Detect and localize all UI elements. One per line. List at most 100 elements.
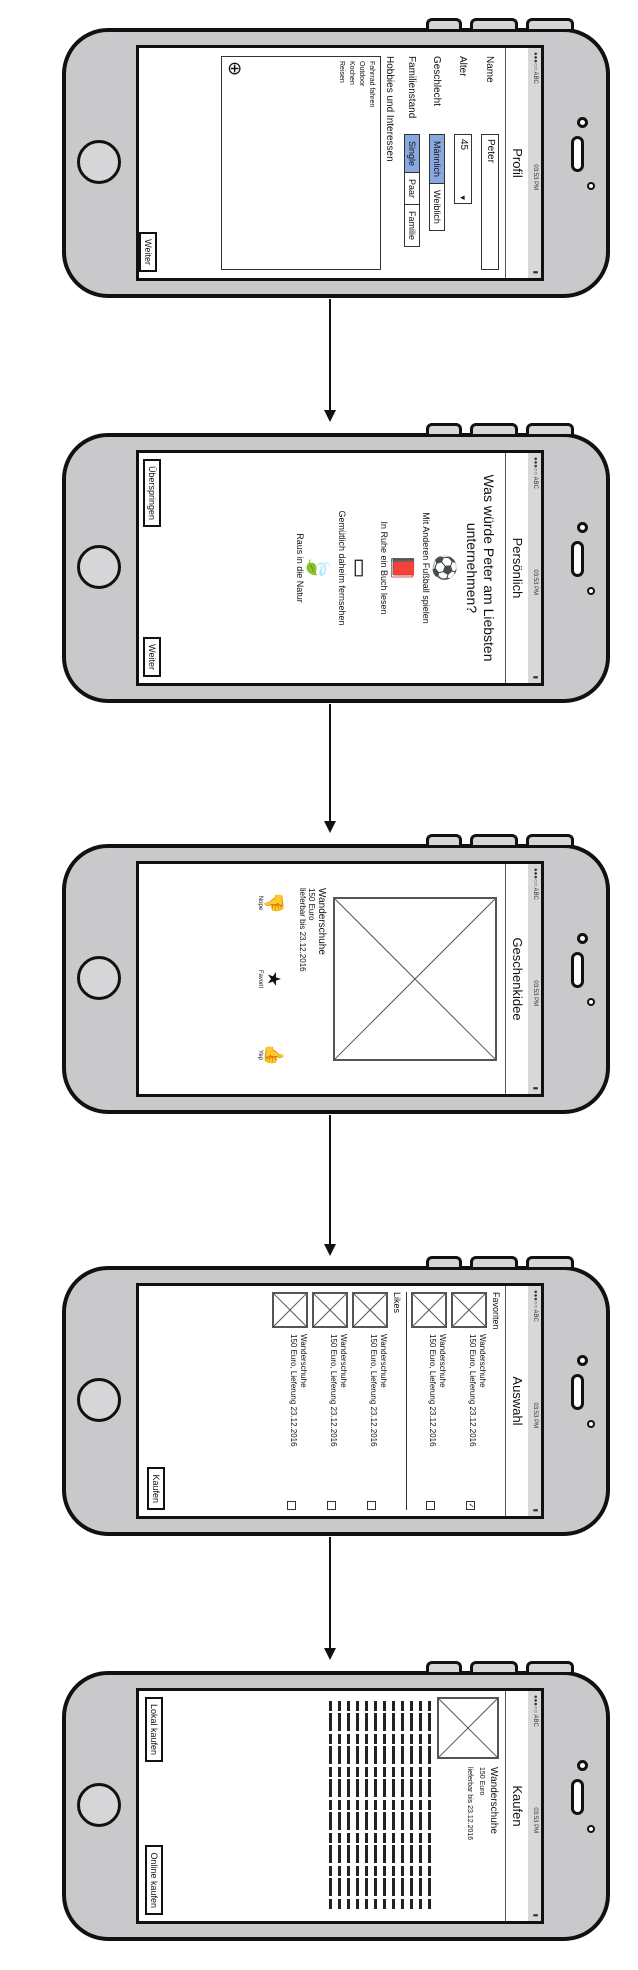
hobbies-list[interactable]: Fahrrad fahren Outdoor Kochen Reisen ⊕ [221,56,381,270]
flow-arrowhead-2 [324,821,336,833]
tv-icon: ▭ [348,557,373,579]
age-select[interactable]: 45 [454,134,472,204]
status-single-option[interactable]: Single [405,135,419,174]
home-button [77,1783,121,1827]
option-soccer[interactable]: ⚽ Mit Anderen Fußball spielen [421,453,457,683]
favorite-button[interactable]: ★ Favorit [257,970,284,988]
skip-button[interactable]: Überspringen [143,459,161,528]
home-button [77,1378,121,1422]
page-title: Persönlich [505,453,528,683]
list-item[interactable]: Kochen [346,61,356,265]
status-bar: ●●●○○ ABC 03:53 PM ▮ [528,453,541,683]
camera-icon [577,1355,588,1366]
yep-button[interactable]: 👍 Yep [257,1044,284,1066]
list-item[interactable]: Wanderschuhe 150 Euro, Lieferung 23.12.20… [411,1292,447,1510]
product-image-placeholder [437,1697,499,1759]
page-title: Auswahl [505,1286,528,1516]
buy-online-button[interactable]: Online kaufen [145,1845,163,1915]
earpiece-speaker [571,136,584,172]
name-label: Name [484,56,496,83]
flow-arrow-3 [329,1115,331,1245]
item-details: 150 Euro, Lieferung 23.12.2016 [289,1334,298,1447]
list-item[interactable]: Wanderschuhe 150 Euro, Lieferung 23.12.20… [352,1292,388,1510]
favorites-heading: Favoriten [491,1292,501,1330]
option-nature[interactable]: 🍃 Raus in die Natur [295,453,331,683]
volume-down-button [526,1661,574,1675]
status-family-option[interactable]: Familie [405,205,419,246]
product-name: Wanderschuhe [316,888,327,955]
list-item[interactable]: Reisen [336,61,346,265]
yep-label: Yep [257,1049,263,1061]
volume-up-button [470,1256,518,1270]
screen-buy: ●●●○○ ABC 03:53 PM ▮ Kaufen Wanderschuhe… [136,1688,544,1924]
next-button[interactable]: Weiter [143,637,161,677]
mute-switch [426,1256,462,1270]
screen-selection: ●●●○○ ABC 03:53 PM ▮ Auswahl Favoriten W… [136,1283,544,1519]
sensor-icon [587,998,595,1006]
product-delivery: lieferbar bis 23.12.2016 [466,1767,473,1841]
name-field[interactable]: Peter [481,134,499,270]
clock-label: 03:53 PM [532,569,538,596]
clock-label: 03:53 PM [532,980,538,1007]
product-price: 150 Euro [307,888,316,921]
screen-profile: ●●●○○ ABC 03:53 PM ▮ Profil Name Peter A… [136,45,544,281]
flow-arrow-1 [329,299,331,411]
status-couple-option[interactable]: Paar [405,173,419,206]
item-name: Wanderschuhe [379,1334,388,1388]
earpiece-speaker [571,952,584,988]
clock-label: 03:53 PM [532,1402,538,1429]
status-bar: ●●●○○ ABC 03:53 PM ▮ [528,1286,541,1516]
age-label: Alter [457,56,469,77]
status-label: Familienstand [406,56,418,119]
mute-switch [426,423,462,437]
likes-heading: Likes [392,1292,402,1314]
soccer-ball-icon: ⚽ [432,554,457,582]
gender-female-option[interactable]: Weiblich [430,184,444,230]
item-details: 150 Euro, Lieferung 23.12.2016 [468,1334,477,1447]
home-button [77,545,121,589]
carrier-label: ●●●○○ ABC [532,52,538,84]
thumbs-up-icon: 👍 [264,1043,284,1067]
status-bar: ●●●○○ ABC 03:53 PM ▮ [528,48,541,278]
page-title: Kaufen [505,1691,528,1921]
gender-segmented-control[interactable]: Männlich Weiblich [429,134,445,231]
buy-local-button[interactable]: Lokal kaufen [145,1697,163,1763]
list-item[interactable]: Wanderschuhe 150 Euro, Lieferung 23.12.20… [312,1292,348,1510]
mute-switch [426,834,462,848]
section-divider [406,1292,407,1510]
item-details: 150 Euro, Lieferung 23.12.2016 [428,1334,437,1447]
product-price: 150 Euro [478,1767,485,1796]
option-tv[interactable]: ▭ Gemütlich daheim fernsehen [337,453,373,683]
vote-bar: 👎 Nope ★ Favorit 👍 Yep [257,864,284,1094]
item-checkbox[interactable] [426,1501,435,1510]
sensor-icon [587,587,595,595]
buy-button[interactable]: Kaufen [147,1467,165,1510]
sensor-icon [587,182,595,190]
item-checkbox[interactable] [367,1501,376,1510]
list-item[interactable]: Wanderschuhe 150 Euro, Lieferung 23.12.20… [272,1292,308,1510]
next-button[interactable]: Weiter [139,232,157,272]
item-name: Wanderschuhe [478,1334,487,1388]
item-checkbox[interactable] [327,1501,336,1510]
list-item[interactable]: Outdoor [356,61,366,265]
flow-arrowhead-4 [324,1648,336,1660]
phone-frame-personal: ●●●○○ ABC 03:53 PM ▮ Persönlich Was würd… [62,423,610,703]
item-thumbnail [272,1292,308,1328]
item-checkbox-checked[interactable]: ✓ [466,1501,475,1510]
mute-switch [426,18,462,32]
item-checkbox[interactable] [287,1501,296,1510]
sensor-icon [587,1825,595,1833]
clock-label: 03:53 PM [532,1807,538,1834]
item-details: 150 Euro, Lieferung 23.12.2016 [329,1334,338,1447]
option-book[interactable]: 📕 In Ruhe ein Buch lesen [379,453,415,683]
home-button [77,956,121,1000]
status-bar: ●●●○○ ABC 03:53 PM ▮ [528,864,541,1094]
list-item[interactable]: Wanderschuhe 150 Euro, Lieferung 23.12.20… [451,1292,487,1510]
family-status-segmented-control[interactable]: Single Paar Familie [404,134,420,248]
list-item[interactable]: Fahrrad fahren [366,61,376,265]
item-name: Wanderschuhe [299,1334,308,1388]
nope-button[interactable]: 👎 Nope [257,892,284,914]
gender-male-option[interactable]: Männlich [430,135,444,185]
add-hobby-icon[interactable]: ⊕ [225,61,245,76]
screen-gift-idea: ●●●○○ ABC 03:53 PM ▮ Geschenkidee Wander… [136,861,544,1097]
